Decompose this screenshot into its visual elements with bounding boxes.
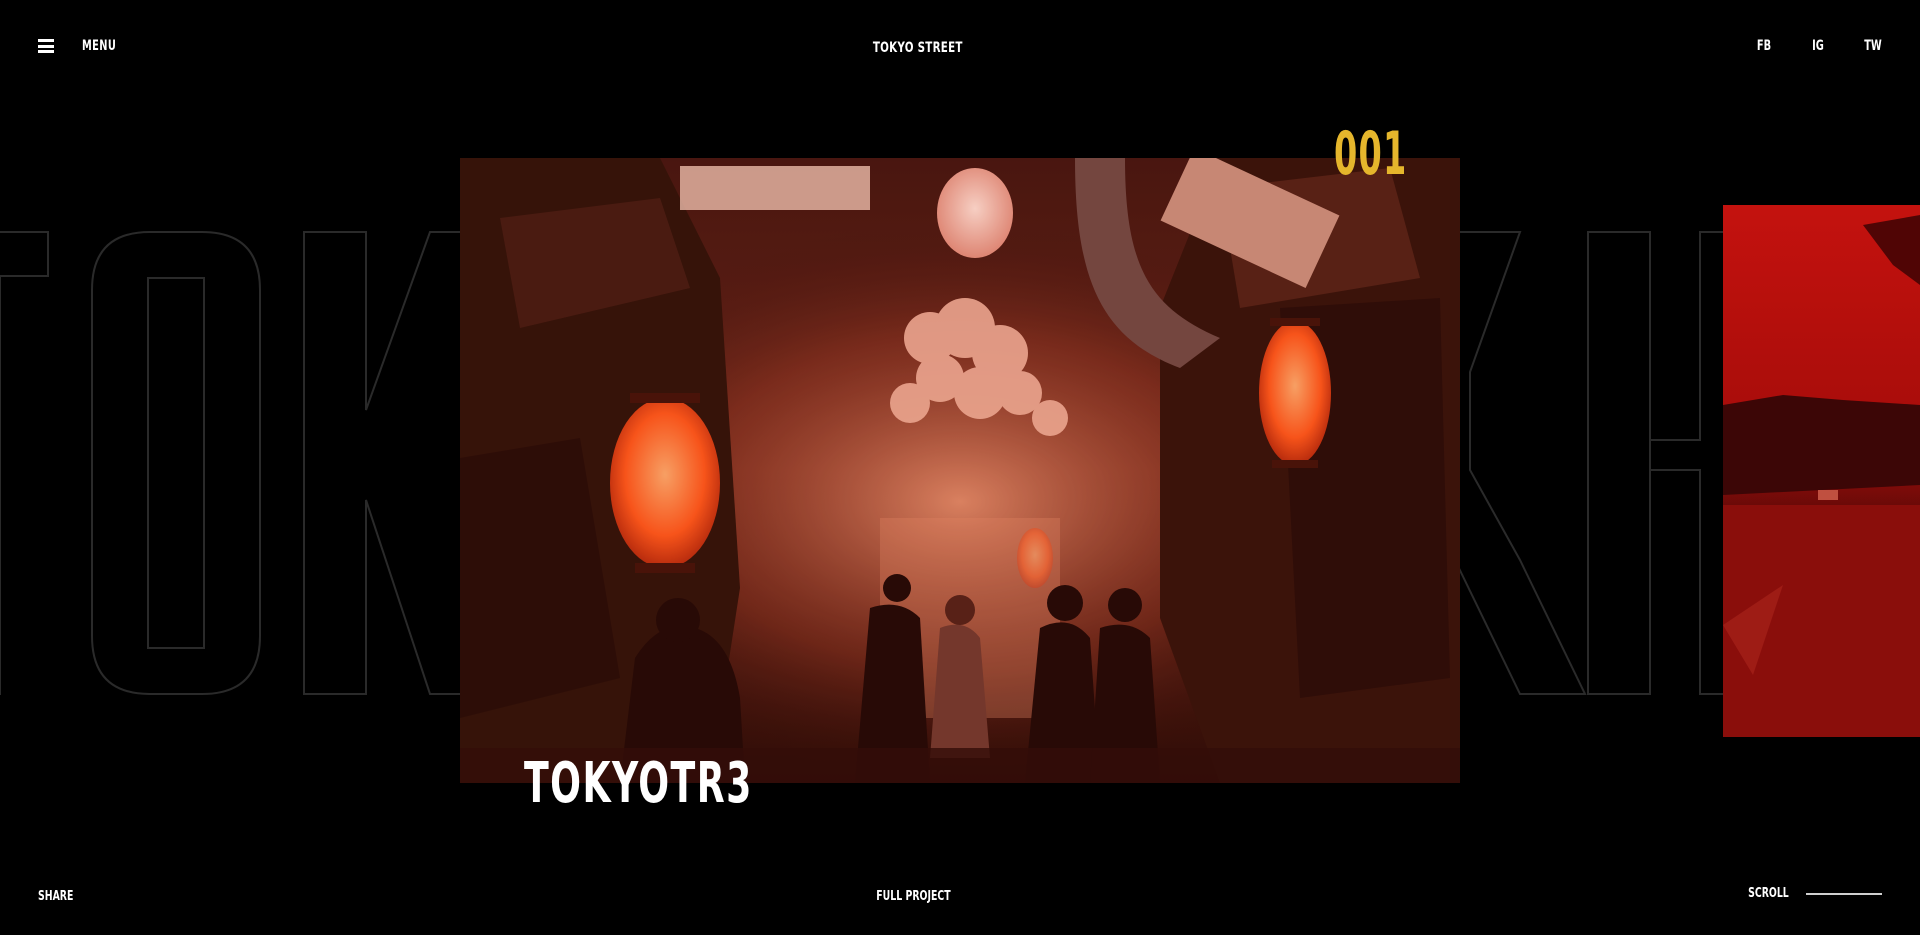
outline-letter-y	[1450, 231, 1587, 695]
full-project-link[interactable]: FULL PROJECT	[0, 889, 1826, 904]
social-link-tw[interactable]: TW	[1864, 38, 1882, 54]
page: MENU TOKYO STREET FB IG TW 001 TOKYOTR3 …	[0, 0, 1920, 935]
scroll-line	[1806, 892, 1882, 895]
scroll-indicator[interactable]: SCROLL	[1743, 886, 1882, 901]
site-title[interactable]: TOKYO STREET	[0, 40, 1836, 56]
hero-image[interactable]	[460, 158, 1460, 783]
social-links: FB IG TW	[1754, 38, 1882, 54]
outline-letter-o	[91, 231, 261, 695]
next-slide-thumbnail[interactable]	[1723, 205, 1920, 737]
project-title[interactable]: TOKYOTR3	[524, 756, 753, 812]
full-project-label: FULL PROJECT	[875, 889, 951, 904]
slide-index-number: 001	[1334, 119, 1408, 189]
site-title-text: TOKYO STREET	[873, 40, 963, 56]
social-link-fb[interactable]: FB	[1756, 38, 1772, 54]
next-slide-thumbnail-svg	[1723, 205, 1920, 737]
outline-letter-t	[0, 231, 49, 695]
outline-letter-k	[303, 231, 471, 695]
scroll-label: SCROLL	[1748, 886, 1789, 901]
social-link-ig[interactable]: IG	[1810, 38, 1826, 54]
hero-image-svg	[460, 158, 1460, 783]
